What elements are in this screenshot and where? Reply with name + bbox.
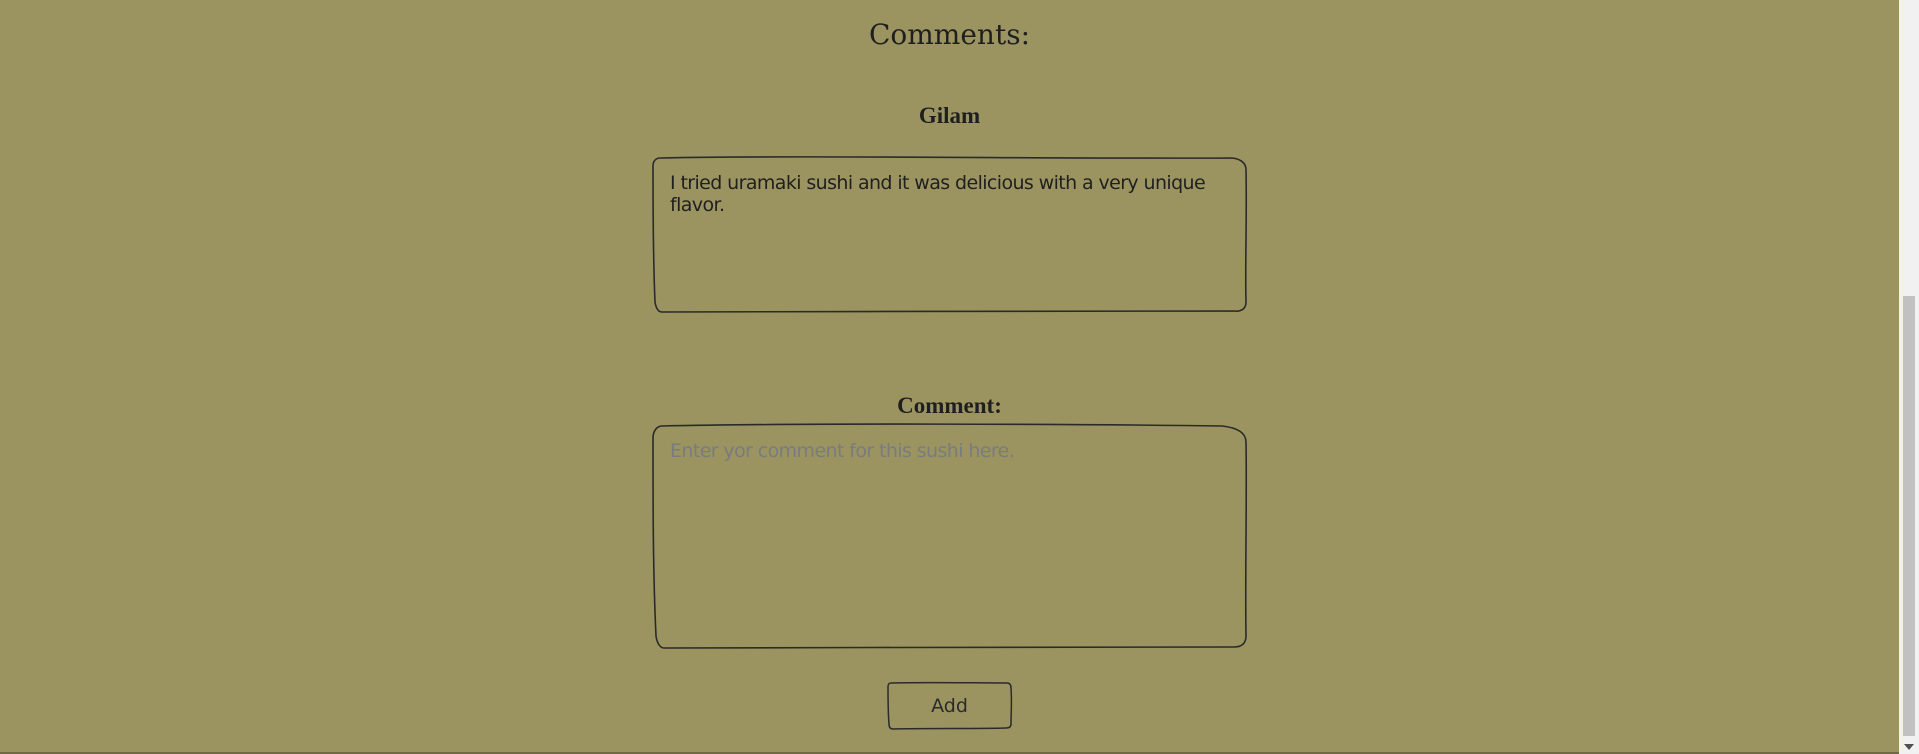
vertical-scrollbar[interactable] xyxy=(1899,0,1919,754)
comment-text: I tried uramaki sushi and it was delicio… xyxy=(670,172,1206,216)
section-title: Comments: xyxy=(868,18,1031,51)
comment-input-wrapper xyxy=(652,423,1248,649)
comments-section: Comments: Gilam I tried uramaki sushi an… xyxy=(0,0,1899,754)
comment-author: Gilam xyxy=(918,103,981,128)
comment-form-label: Comment: xyxy=(897,393,1002,418)
comment-input[interactable] xyxy=(652,424,1247,648)
comment-card: I tried uramaki sushi and it was delicio… xyxy=(652,156,1248,313)
add-button[interactable]: Add xyxy=(887,681,1013,730)
add-button-label: Add xyxy=(931,694,968,717)
chevron-down-icon[interactable] xyxy=(1904,744,1914,750)
scrollbar-thumb[interactable] xyxy=(1903,296,1915,736)
